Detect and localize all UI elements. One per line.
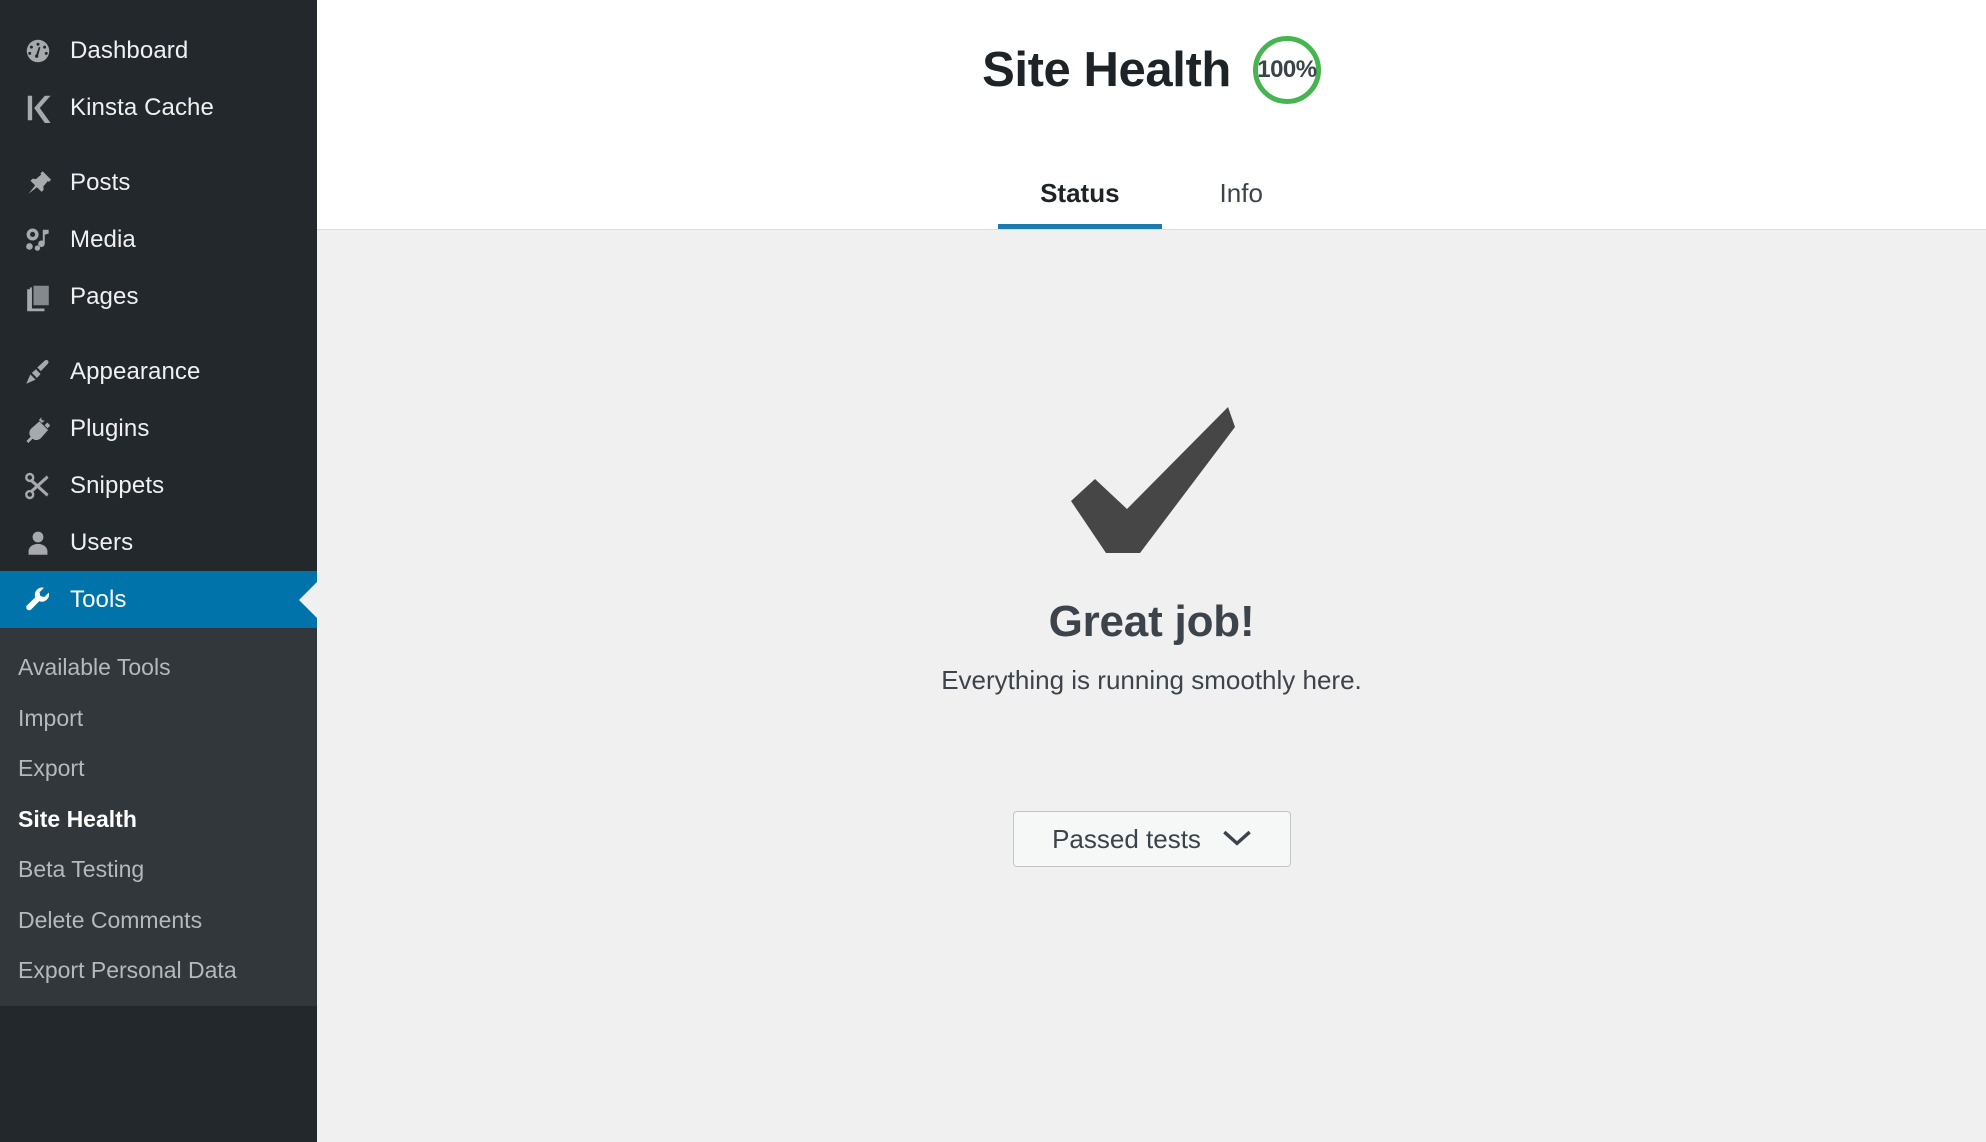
status-panel: Great job! Everything is running smoothl… <box>317 230 1986 1141</box>
sidebar-item-label: Tools <box>70 585 127 613</box>
sidebar-item-media[interactable]: Media <box>0 211 317 268</box>
title-row: Site Health 100% <box>317 0 1986 104</box>
sidebar-item-label: Snippets <box>70 471 165 499</box>
health-score-value: 100% <box>1257 56 1317 83</box>
sidebar-item-appearance[interactable]: Appearance <box>0 343 317 400</box>
admin-sidebar: Dashboard Kinsta Cache Posts Media Pages… <box>0 0 317 1142</box>
pushpin-icon <box>14 161 62 205</box>
main-content: Site Health 100% Status Info Great job! … <box>317 0 1986 1142</box>
sidebar-item-label: Media <box>70 225 136 253</box>
chevron-down-icon <box>1223 824 1251 855</box>
site-health-header: Site Health 100% Status Info <box>317 0 1986 230</box>
paintbrush-icon <box>14 350 62 394</box>
tab-info[interactable]: Info <box>1170 164 1313 229</box>
pages-stack-icon <box>14 275 62 319</box>
sidebar-item-plugins[interactable]: Plugins <box>0 400 317 457</box>
sidebar-item-label: Pages <box>70 282 139 310</box>
kinsta-k-icon <box>14 86 62 130</box>
site-health-screen: Dashboard Kinsta Cache Posts Media Pages… <box>0 0 1986 1142</box>
checkmark-icon <box>1067 400 1237 560</box>
sidebar-divider <box>0 136 317 154</box>
submenu-item-beta-testing[interactable]: Beta Testing <box>0 844 317 895</box>
tab-status[interactable]: Status <box>990 164 1169 230</box>
media-camera-music-icon <box>14 218 62 262</box>
tab-status-label: Status <box>1040 177 1120 208</box>
plug-icon <box>14 407 62 451</box>
sidebar-main-menu: Dashboard Kinsta Cache Posts Media Pages… <box>0 0 317 628</box>
submenu-item-export-personal-data[interactable]: Export Personal Data <box>0 945 317 996</box>
submenu-item-export[interactable]: Export <box>0 743 317 794</box>
health-score-badge: 100% <box>1252 36 1321 104</box>
user-icon <box>14 521 62 565</box>
passed-tests-button[interactable]: Passed tests <box>1012 811 1291 868</box>
submenu-item-import[interactable]: Import <box>0 693 317 744</box>
sidebar-item-label: Dashboard <box>70 36 189 64</box>
sidebar-item-label: Users <box>70 528 134 556</box>
sidebar-item-label: Appearance <box>70 357 201 385</box>
tools-submenu: Available Tools Import Export Site Healt… <box>0 628 317 1006</box>
scissors-icon <box>14 464 62 508</box>
sidebar-item-label: Kinsta Cache <box>70 93 214 121</box>
sidebar-item-tools[interactable]: Tools <box>0 571 317 628</box>
sidebar-item-dashboard[interactable]: Dashboard <box>0 22 317 79</box>
sidebar-divider <box>0 325 317 343</box>
sidebar-item-pages[interactable]: Pages <box>0 268 317 325</box>
wrench-icon <box>14 578 62 622</box>
sidebar-item-snippets[interactable]: Snippets <box>0 457 317 514</box>
page-title: Site Health <box>982 42 1231 97</box>
status-heading: Great job! <box>1048 597 1255 646</box>
tab-info-label: Info <box>1219 177 1263 208</box>
status-subtext: Everything is running smoothly here. <box>941 665 1362 696</box>
sidebar-item-posts[interactable]: Posts <box>0 154 317 211</box>
submenu-item-delete-comments[interactable]: Delete Comments <box>0 895 317 946</box>
sidebar-item-label: Posts <box>70 168 131 196</box>
sidebar-item-kinsta-cache[interactable]: Kinsta Cache <box>0 79 317 136</box>
sidebar-item-label: Plugins <box>70 414 150 442</box>
passed-tests-label: Passed tests <box>1052 823 1201 854</box>
dashboard-gauge-icon <box>14 29 62 73</box>
submenu-item-available-tools[interactable]: Available Tools <box>0 642 317 693</box>
sidebar-item-users[interactable]: Users <box>0 514 317 571</box>
site-health-tabs: Status Info <box>317 164 1986 230</box>
submenu-item-site-health[interactable]: Site Health <box>0 794 317 845</box>
